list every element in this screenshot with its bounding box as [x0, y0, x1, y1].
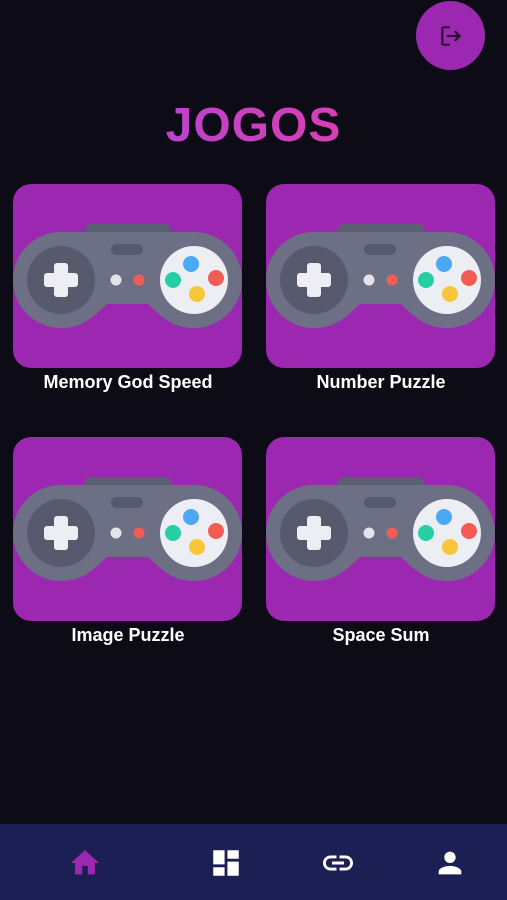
game-thumbnail[interactable] — [266, 184, 495, 368]
dashboard-icon — [213, 850, 239, 876]
game-card-number-puzzle[interactable]: Number Puzzle — [266, 184, 496, 394]
game-card-memory-god-speed[interactable]: Memory God Speed — [13, 184, 243, 394]
nav-home[interactable] — [65, 843, 105, 883]
page-title: JOGOS — [0, 98, 507, 154]
gamepad-icon — [13, 224, 242, 328]
gamepad-icon — [266, 224, 495, 328]
nav-dashboard[interactable] — [206, 843, 246, 883]
game-label: Number Puzzle — [316, 372, 446, 392]
game-thumbnail[interactable] — [266, 437, 495, 621]
logout-icon — [440, 25, 461, 46]
game-label: Memory God Speed — [43, 372, 213, 392]
game-card-image-puzzle[interactable]: Image Puzzle — [13, 437, 243, 647]
logout-button[interactable] — [416, 1, 485, 70]
link-icon — [323, 855, 353, 871]
gamepad-icon — [13, 477, 242, 581]
games-screen: JOGOS Memory God Speed Number Puzzle Ima… — [0, 0, 507, 900]
game-label: Space Sum — [332, 625, 430, 645]
game-thumbnail[interactable] — [13, 437, 242, 621]
home-icon — [70, 850, 100, 875]
game-label: Image Puzzle — [71, 625, 185, 645]
bottom-navigation — [0, 824, 507, 900]
game-thumbnail[interactable] — [13, 184, 242, 368]
nav-profile[interactable] — [430, 843, 470, 883]
game-card-space-sum[interactable]: Space Sum — [266, 437, 496, 647]
gamepad-icon — [266, 477, 495, 581]
person-icon — [438, 851, 462, 875]
nav-links[interactable] — [318, 843, 358, 883]
